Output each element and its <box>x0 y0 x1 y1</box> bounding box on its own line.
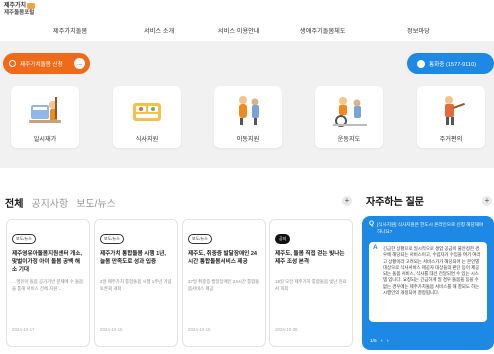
apply-button-label: 제주가치돌봄 신청 <box>20 61 63 68</box>
faq-pager: 1/5 ‹ › <box>370 339 389 344</box>
mobility-icon <box>239 96 259 125</box>
news-tag: 보도/뉴스 <box>100 234 124 244</box>
service-label: 식사지원 <box>135 136 159 143</box>
apply-button[interactable]: 제주가치돌봄 신청 → <box>3 53 90 74</box>
tab-press[interactable]: 보도/뉴스 <box>76 195 116 210</box>
news-title: 제주도, 취중증 발달장애인 24시간 통합돌봄서비스 제공 <box>188 251 258 265</box>
service-card-meal[interactable]: 식사지원 <box>113 86 181 148</box>
news-excerpt: 2일 제주가치 통합돌봄 시행 1주년 기념토론회 개최 <box>100 279 172 291</box>
news-date: 2024-10-15 <box>100 327 123 332</box>
news-date: 2024-10-08 <box>275 327 298 332</box>
housing-icon <box>445 96 465 125</box>
service-label: 이동지원 <box>236 136 260 143</box>
service-label: 일시재가 <box>33 136 57 143</box>
service-label: 운동지도 <box>337 136 361 143</box>
news-tag: 보도/뉴스 <box>188 234 212 244</box>
nav-item-service-intro[interactable]: 서비스 소개 <box>144 26 174 35</box>
tab-all[interactable]: 전체 <box>5 195 23 210</box>
news-card[interactable]: 공지 제주도, 돌봄 직접 걷는 빛나는 제주 조성 본격 18일 오전 제주가… <box>269 219 353 347</box>
arrow-right-icon: → <box>74 58 85 69</box>
news-date: 2024-10-17 <box>12 327 35 332</box>
document-icon <box>9 60 16 67</box>
phone-icon <box>417 59 425 68</box>
meal-icon <box>133 103 161 121</box>
service-label: 주거편의 <box>439 136 463 143</box>
service-card-mobility[interactable]: 이동지원 <box>214 86 282 148</box>
news-excerpt: 27일 취중증 발달장애인 24시간 통합돌봄서비스 제공 <box>188 279 260 291</box>
news-title: 제주가치 통합돌봄 시행 1년, 늘봄 만족도로 성과 입증 <box>100 251 166 265</box>
nav-item-usage-guide[interactable]: 서비스 이용안내 <box>218 26 260 35</box>
site-logo[interactable]: 제주가치 제주돌봄포털 <box>4 3 36 17</box>
housework-icon <box>29 97 61 123</box>
news-excerpt: 18일 오전 제주가치 통합돌봄 빛난 진료서 개최 <box>275 279 347 291</box>
faq-title: 자주하는 질문 <box>366 197 424 208</box>
faq-prev-button[interactable]: ‹ <box>381 339 383 344</box>
news-date: 2024-10-15 <box>188 327 211 332</box>
call-button-label: 통화중 (1577-9110) <box>429 61 477 68</box>
news-card[interactable]: 보도/뉴스 제주도, 취중증 발달장애인 24시간 통합돌봄서비스 제공 27일… <box>182 219 266 347</box>
service-card-housing[interactable]: 주거편의 <box>417 86 485 148</box>
faq-page-indicator: 1/5 <box>370 339 377 344</box>
service-card-exercise[interactable]: 운동지도 <box>315 86 383 148</box>
call-button[interactable]: 통화중 (1577-9110) <box>407 53 494 74</box>
nav-item-care[interactable]: 제주가치돌봄 <box>53 26 87 35</box>
news-tag: 공지 <box>275 234 291 244</box>
logo-subtext: 제주돌봄포털 <box>4 10 35 16</box>
news-tag: 보도/뉴스 <box>12 234 36 244</box>
faq-next-button[interactable]: › <box>387 339 389 344</box>
faq-more-button[interactable]: + <box>482 196 492 206</box>
faq-answer: 긴급한 상황으로 일시적으로 생업 공급이 불안정한 경우에 해당되는 서비스이… <box>369 242 487 322</box>
logo-badge-icon <box>27 3 36 9</box>
news-card[interactable]: 보도/뉴스 제주영유아돌봄지원센터 개소, 맞벌이가정 아이 돌봄 공백 해소 … <box>6 219 90 347</box>
news-tabs: 전체 공지사항 보도/뉴스 <box>5 195 124 210</box>
faq-question[interactable]: [식사지원] 식사지원은 한도시 온라인으로 신청 해당해야 하나요? <box>369 221 487 235</box>
logo-text: 제주가치 <box>4 3 27 9</box>
faq-panel: [식사지원] 식사지원은 한도시 온라인으로 신청 해당해야 하나요? 긴급한 … <box>362 216 494 350</box>
news-more-button[interactable]: + <box>342 196 352 206</box>
news-excerpt: …영유아 돌봄 공가기반 문제에 수 돌봄을 통해 서비스 전체 지원… <box>12 279 84 291</box>
news-title: 제주도, 돌봄 직접 걷는 빛나는 제주 조성 본격 <box>275 251 345 265</box>
news-card[interactable]: 보도/뉴스 제주가치 통합돌봄 시행 1년, 늘봄 만족도로 성과 입증 2일 … <box>94 219 178 347</box>
exercise-icon <box>333 97 367 127</box>
nav-item-info[interactable]: 정보마당 <box>407 26 430 35</box>
service-card-housework[interactable]: 일시재가 <box>11 86 79 148</box>
news-title: 제주영유아돌봄지원센터 개소, 맞벌이가정 아이 돌봄 공백 해소 기대 <box>12 251 83 273</box>
nav-item-lifecycle[interactable]: 생애주기돌봄체도 <box>300 26 346 35</box>
tab-notice[interactable]: 공지사항 <box>31 195 68 210</box>
